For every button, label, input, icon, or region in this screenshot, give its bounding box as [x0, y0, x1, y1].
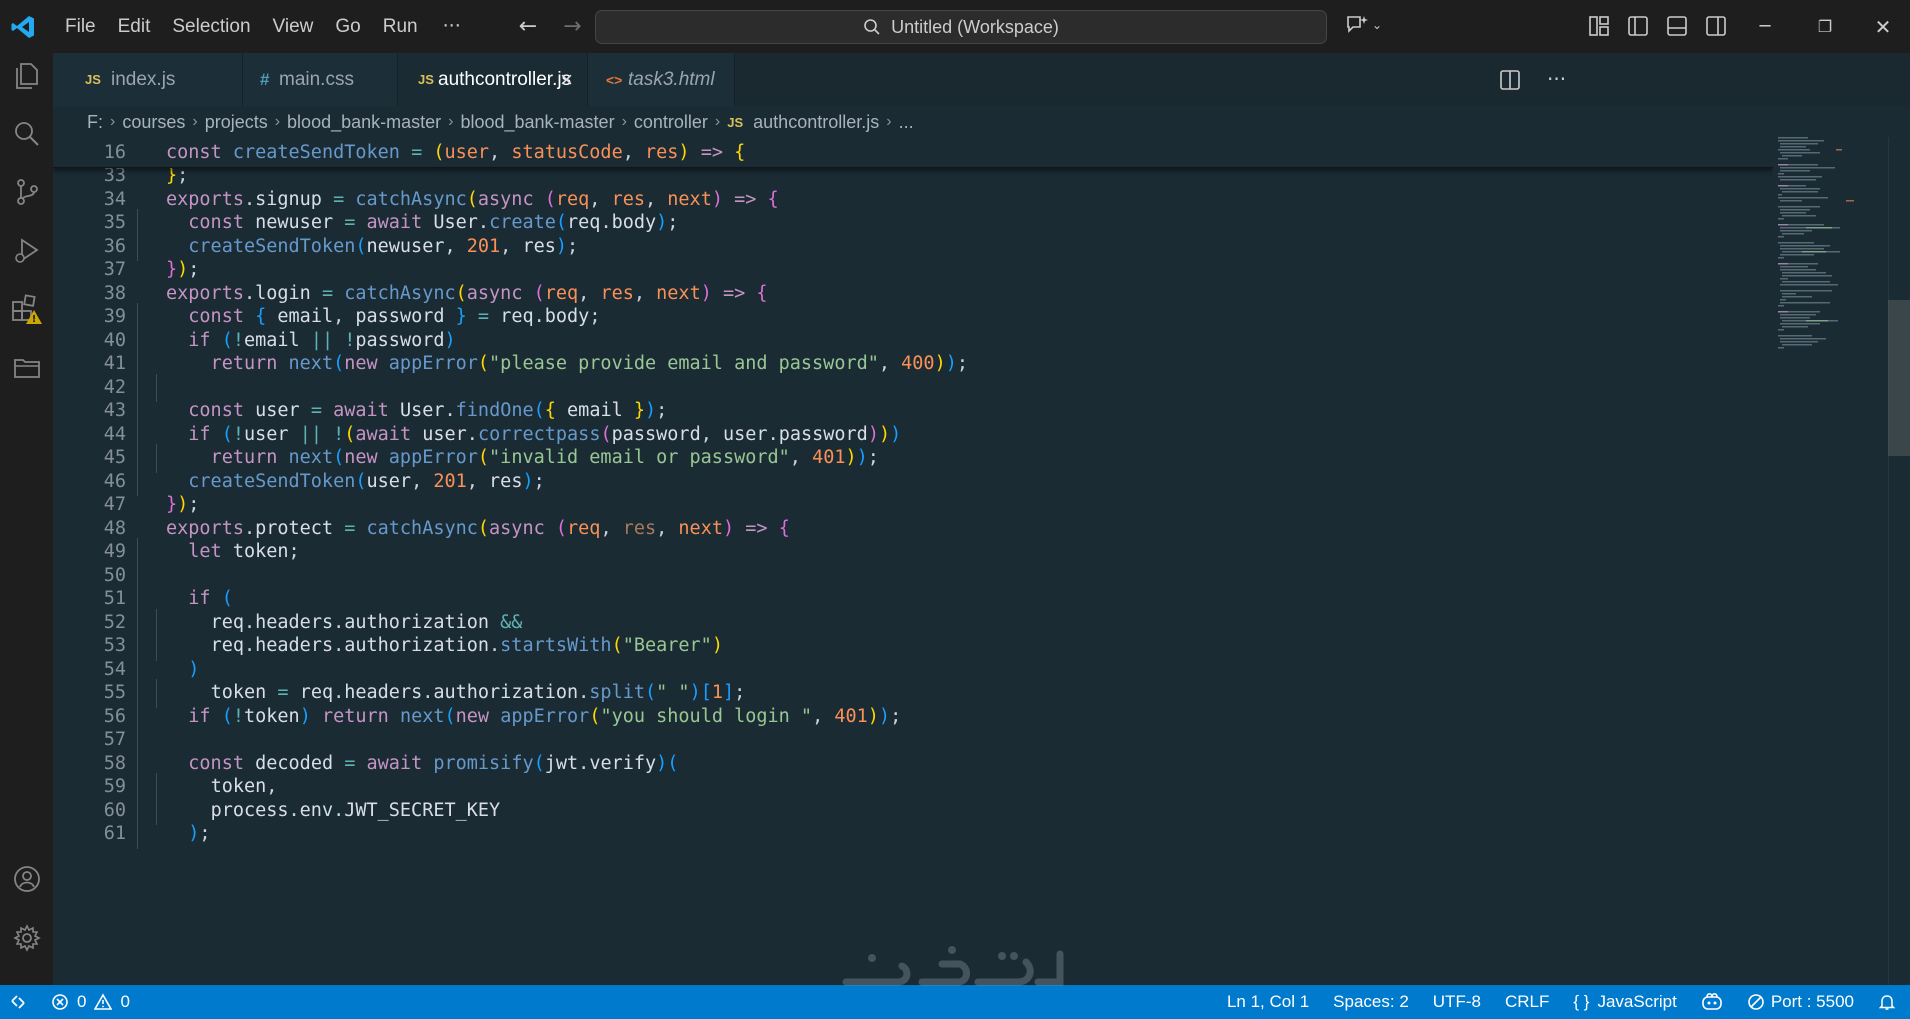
copilot-button[interactable]: ⌄ — [1345, 14, 1382, 36]
code-editor[interactable]: 16 const createSendToken = (user, statusC… — [53, 139, 1773, 985]
breadcrumb-symbol[interactable]: ... — [899, 112, 914, 133]
line-ending[interactable]: CRLF — [1493, 992, 1561, 1012]
tab-label: authcontroller.js — [438, 68, 572, 90]
toggle-panel-icon[interactable] — [1666, 15, 1688, 37]
folder-icon[interactable] — [10, 350, 44, 384]
vscode-logo-icon — [6, 10, 40, 44]
code-line-row[interactable]: 61 ); — [53, 820, 1773, 849]
breadcrumb-item[interactable]: blood_bank-master — [287, 112, 441, 133]
menu-edit[interactable]: Edit — [107, 0, 162, 53]
customize-layout-icon[interactable] — [1588, 15, 1610, 37]
tab-authcontroller-js[interactable]: JS authcontroller.js × — [398, 53, 588, 106]
notifications-bell-icon[interactable] — [1866, 993, 1910, 1011]
css-file-icon: # — [260, 69, 270, 89]
close-window-icon[interactable]: ✕ — [1855, 15, 1910, 39]
breadcrumb-item[interactable]: projects — [205, 112, 268, 133]
html-file-icon: <> — [606, 71, 623, 88]
chevron-down-icon: ⌄ — [1372, 18, 1383, 32]
menu-go[interactable]: Go — [324, 0, 371, 53]
breadcrumb-item[interactable]: blood_bank-master — [460, 112, 614, 133]
warning-icon — [94, 993, 113, 1010]
chevron-right-icon: › — [274, 113, 281, 130]
settings-gear-icon[interactable] — [10, 921, 44, 955]
tab-label: index.js — [111, 68, 176, 90]
svg-text:!: ! — [32, 314, 37, 325]
layout-controls — [1588, 15, 1727, 37]
menu-file[interactable]: File — [54, 0, 107, 53]
sticky-scroll-line[interactable]: 16 const createSendToken = (user, statusC… — [53, 139, 1773, 168]
workspace-title: Untitled (Workspace) — [891, 16, 1059, 37]
encoding[interactable]: UTF-8 — [1421, 992, 1493, 1012]
split-editor-icon[interactable] — [1499, 69, 1521, 91]
line-number: 61 — [103, 823, 126, 844]
breadcrumb-item[interactable]: controller — [634, 112, 708, 133]
code-line: const createSendToken = (user, statusCod… — [166, 142, 746, 163]
accounts-icon[interactable] — [10, 862, 44, 896]
error-icon — [52, 994, 68, 1010]
indentation[interactable]: Spaces: 2 — [1321, 992, 1421, 1012]
command-center-search[interactable]: Untitled (Workspace) — [595, 10, 1327, 44]
chevron-right-icon: › — [192, 113, 198, 130]
tab-label: task3.html — [628, 68, 715, 90]
source-control-icon[interactable] — [10, 175, 44, 209]
copilot-status-icon[interactable] — [1689, 992, 1735, 1012]
code-line: ); — [188, 823, 211, 844]
breadcrumb: F: › courses › projects › blood_bank-master… — [87, 108, 914, 136]
no-symbol-icon — [1748, 994, 1764, 1010]
extensions-icon[interactable]: ! — [10, 292, 44, 326]
line-number: 16 — [103, 142, 126, 163]
tab-label: main.css — [279, 68, 354, 90]
minimize-icon[interactable]: ─ — [1735, 16, 1795, 37]
overview-ruler — [1888, 137, 1910, 985]
restore-icon[interactable]: ❐ — [1795, 17, 1855, 36]
tab-main-css[interactable]: # main.css — [243, 53, 398, 106]
breadcrumb-item[interactable]: courses — [122, 112, 185, 133]
error-count: 0 — [77, 992, 87, 1011]
search-icon — [864, 19, 880, 35]
js-file-icon: JS — [727, 114, 744, 130]
minimap[interactable] — [1776, 137, 1886, 407]
port-label: Port : 5500 — [1770, 992, 1854, 1011]
explorer-icon[interactable] — [10, 58, 44, 92]
problems-indicator[interactable]: 0 0 — [51, 992, 130, 1012]
search-sidebar-icon[interactable] — [10, 117, 44, 151]
chevron-right-icon: › — [448, 113, 454, 130]
close-tab-icon[interactable]: × — [560, 67, 573, 93]
chevron-right-icon: › — [110, 113, 116, 130]
copilot-chat-icon — [1347, 16, 1368, 33]
tab-index-js[interactable]: JS index.js — [53, 53, 243, 106]
breadcrumb-item[interactable]: F: — [87, 112, 103, 133]
more-actions-icon[interactable]: ··· — [1547, 69, 1566, 91]
live-server-port[interactable]: Port : 5500 — [1735, 992, 1866, 1012]
chevron-right-icon: › — [621, 113, 627, 130]
tab-bar: JS index.js # main.css JS authcontroller… — [53, 53, 1910, 106]
chevron-right-icon: › — [714, 113, 721, 130]
braces-icon: { } — [1573, 992, 1590, 1011]
toggle-primary-sidebar-icon[interactable] — [1627, 15, 1649, 37]
language-mode[interactable]: { } JavaScript — [1561, 992, 1688, 1012]
menu-bar: File Edit Selection View Go Run ··· — [54, 0, 475, 53]
back-arrow-icon[interactable]: ← — [519, 14, 537, 39]
title-bar: File Edit Selection View Go Run ··· ← → … — [0, 0, 1910, 53]
menu-view[interactable]: View — [262, 0, 325, 53]
menu-more-button[interactable]: ··· — [429, 0, 475, 53]
run-debug-icon[interactable] — [10, 234, 44, 268]
language-label: JavaScript — [1597, 992, 1677, 1011]
js-file-icon: JS — [418, 72, 434, 87]
chevron-right-icon: › — [886, 113, 892, 130]
cursor-position[interactable]: Ln 1, Col 1 — [1215, 992, 1321, 1012]
remote-indicator-icon[interactable] — [0, 985, 35, 1019]
forward-arrow-icon[interactable]: → — [563, 14, 581, 39]
activity-bar: ! — [0, 53, 53, 985]
warning-count: 0 — [120, 992, 130, 1011]
editor-scrollbar-thumb[interactable] — [1888, 300, 1910, 456]
toggle-secondary-sidebar-icon[interactable] — [1705, 15, 1727, 37]
watermark-logo — [838, 940, 1068, 1000]
tab-task3-html[interactable]: <> task3.html — [588, 53, 735, 106]
breadcrumb-file[interactable]: authcontroller.js — [753, 112, 879, 133]
menu-selection[interactable]: Selection — [161, 0, 261, 53]
js-file-icon: JS — [85, 72, 101, 87]
menu-run[interactable]: Run — [372, 0, 429, 53]
